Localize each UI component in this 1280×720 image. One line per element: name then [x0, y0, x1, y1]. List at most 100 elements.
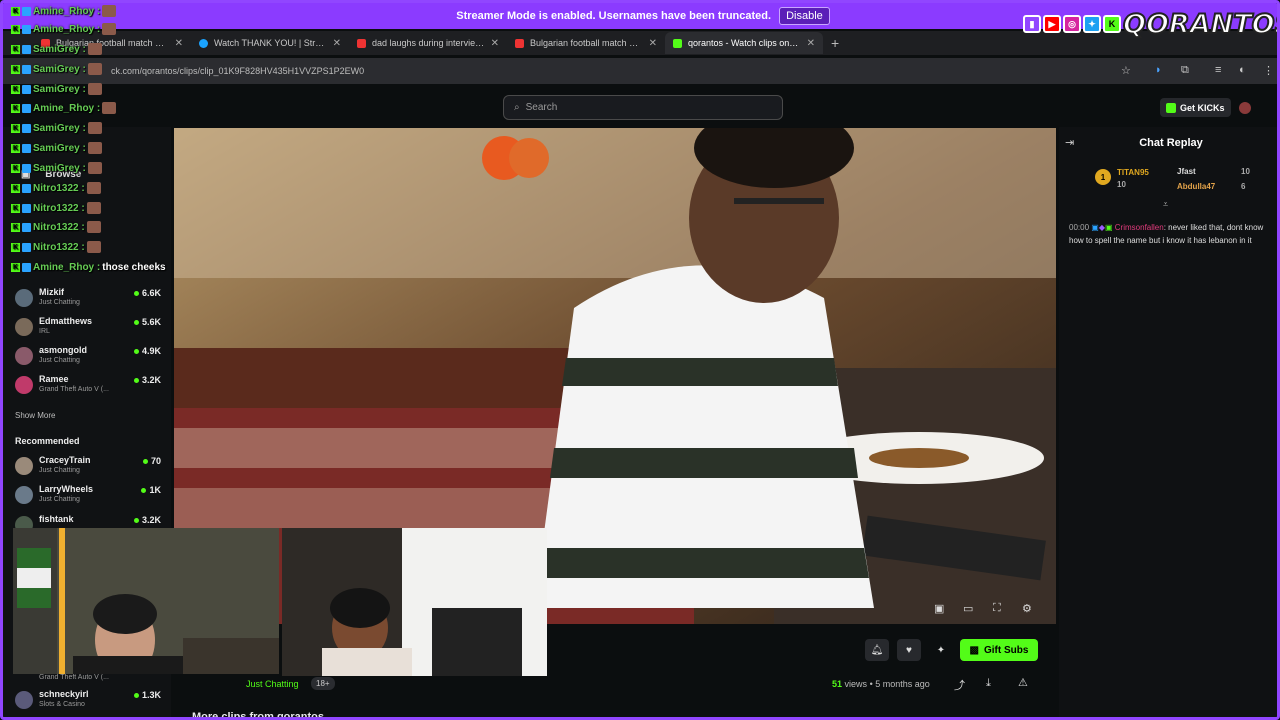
avatar — [15, 691, 33, 709]
channel-name: schneckyirl — [39, 689, 89, 699]
viewer-count: 3.2K — [133, 375, 161, 385]
overlay-chat-line: K Nitro1322 : — [11, 200, 101, 216]
get-kicks-button[interactable]: Get KICKs — [1160, 98, 1231, 117]
channel-category: Grand Theft Auto V (... — [39, 386, 109, 393]
kick-badge-icon: K — [11, 24, 20, 34]
emote-icon — [102, 23, 117, 35]
webcam-image — [282, 528, 547, 676]
sidebar-channel[interactable]: asmongold Just Chatting 4.9K — [15, 345, 165, 371]
report-icon[interactable]: ⚠ — [1018, 676, 1028, 689]
overlay-chat-username: SamiGrey : — [33, 122, 86, 134]
gift-icon: ▩ — [969, 644, 979, 656]
follow-heart-icon[interactable]: ♥ — [897, 639, 921, 661]
guest-webcam — [282, 528, 547, 676]
expand-gifters-icon[interactable]: ⩡ — [1163, 199, 1168, 210]
channel-name: fishtank — [39, 514, 74, 524]
sidebar-channel[interactable]: CraceyTrain Just Chatting 70 — [15, 455, 165, 481]
gift-subs-label: Gift Subs — [984, 644, 1029, 656]
new-tab-icon[interactable]: + — [831, 35, 839, 51]
kick-badge-icon: K — [11, 262, 20, 272]
clip-age: • 5 months ago — [869, 679, 930, 689]
kick-badge-icon: K — [11, 222, 20, 232]
sidebar-channel[interactable]: Mizkif Just Chatting 6.6K — [15, 287, 165, 313]
overlay-chat-line: K Nitro1322 : — [11, 180, 101, 196]
avatar — [15, 347, 33, 365]
overlay-chat-line: K Amine_Rhoy : — [11, 21, 117, 37]
browser-tab-active[interactable]: qorantos - Watch clips on Kick ✕ — [665, 32, 823, 54]
browser-tab[interactable]: Watch THANK YOU! | Streamab ✕ — [191, 32, 349, 54]
overlay-chat-username: Amine_Rhoy : — [33, 5, 101, 17]
sub-badge-icon — [22, 84, 31, 94]
sidebar-channel[interactable]: Edmatthews IRL 5.6K — [15, 316, 165, 342]
chat-username[interactable]: Crimsonfallen — [1115, 223, 1164, 232]
overlay-chat-username: SamiGrey : — [33, 83, 86, 95]
viewer-count: 5.6K — [133, 317, 161, 327]
channel-name: LarryWheels — [39, 484, 94, 494]
overlay-chat-line: K SamiGrey : — [11, 120, 102, 136]
live-dot-icon — [133, 692, 139, 698]
fullscreen-icon[interactable]: ⛶ — [993, 602, 1001, 615]
live-dot-icon — [142, 458, 148, 464]
category-link[interactable]: Just Chatting — [246, 679, 299, 689]
get-kicks-label: Get KICKs — [1180, 102, 1225, 113]
viewer-count: 4.9K — [133, 346, 161, 356]
theater-mode-icon[interactable]: ▭ — [963, 602, 973, 615]
url-text[interactable]: ck.com/qorantos/clips/clip_01K9F828HV435… — [111, 66, 364, 76]
overlay-chat-username: SamiGrey : — [33, 162, 86, 174]
sparkle-icon[interactable]: ✦ — [929, 639, 953, 661]
streamer-logo: ▮ ▶ ◎ ✦ K QORANTOS — [1023, 8, 1280, 41]
download-icon[interactable]: ⤓ — [986, 677, 991, 690]
chat-badge-icon: ▣ — [1104, 223, 1113, 232]
avatar — [15, 457, 33, 475]
pip-icon[interactable]: ▣ — [934, 602, 944, 615]
sidebar-channel[interactable]: Ramee Grand Theft Auto V (... 3.2K — [15, 374, 165, 400]
profile-icon[interactable]: ◐ — [1239, 64, 1246, 76]
browser-menu-icon[interactable]: ⋮ — [1263, 64, 1274, 77]
gifter-count: 10 — [1241, 167, 1250, 176]
sub-badge-icon — [22, 103, 31, 113]
close-tab-icon[interactable]: ✕ — [807, 38, 815, 49]
settings-icon[interactable]: ⚙ — [1022, 602, 1032, 615]
sub-badge-icon — [22, 163, 31, 173]
extension-icon[interactable]: ◗ — [1155, 64, 1162, 76]
overlay-chat-line: K SamiGrey : — [11, 81, 102, 97]
notification-bell-icon[interactable]: 🔔︎ — [865, 639, 889, 661]
close-tab-icon[interactable]: ✕ — [491, 38, 499, 49]
show-more-link[interactable]: Show More — [15, 411, 55, 420]
avatar — [15, 318, 33, 336]
screen-frame: Streamer Mode is enabled. Usernames have… — [0, 0, 1280, 720]
close-tab-icon[interactable]: ✕ — [333, 38, 341, 49]
tab-title: dad laughs during interview - Y — [372, 38, 485, 48]
youtube-favicon-icon — [357, 38, 366, 48]
kick-badge-icon: K — [11, 44, 20, 54]
webcam-image — [13, 528, 279, 674]
browser-tab[interactable]: Bulgarian football match aband ✕ — [507, 32, 665, 54]
sub-badge-icon — [22, 222, 31, 232]
sidebar-channel[interactable]: LarryWheels Just Chatting 1K — [15, 484, 165, 510]
close-tab-icon[interactable]: ✕ — [175, 38, 183, 49]
browser-tab[interactable]: dad laughs during interview - Y ✕ — [349, 32, 507, 54]
views-count: 51 — [832, 679, 843, 689]
channel-category: Grand Theft Auto V (... — [39, 674, 109, 681]
clip-views: 51 views • 5 months ago — [832, 679, 930, 689]
avatar — [15, 486, 33, 504]
chat-replay-panel: ⇥ Chat Replay 1 TITAN95 10 Jfast 10 Abdu… — [1059, 127, 1277, 717]
logo-wordmark: QORANTOS — [1122, 8, 1280, 41]
overlay-chat-username: Nitro1322 : — [33, 202, 85, 214]
sub-badge-icon — [22, 24, 31, 34]
disable-button[interactable]: Disable — [779, 7, 830, 25]
media-control-icon[interactable]: ≡ — [1215, 64, 1221, 76]
twitch-logo-icon: ▮ — [1023, 15, 1041, 33]
extensions-puzzle-icon[interactable]: ⧉ — [1181, 64, 1189, 77]
emote-icon — [102, 5, 117, 17]
search-input[interactable]: ⌕ Search — [503, 95, 783, 120]
gifter-count: 6 — [1241, 182, 1246, 191]
kick-badge-icon: K — [11, 143, 20, 153]
bookmark-star-icon[interactable]: ☆ — [1121, 64, 1131, 77]
close-tab-icon[interactable]: ✕ — [649, 38, 657, 49]
viewer-count: 1K — [141, 485, 161, 495]
user-avatar[interactable] — [1239, 102, 1251, 114]
share-icon[interactable]: ⤴ — [954, 677, 965, 693]
gift-subs-button[interactable]: ▩ Gift Subs — [960, 639, 1038, 661]
sidebar-channel[interactable]: schneckyirl Slots & Casino 1.3K — [15, 689, 165, 715]
